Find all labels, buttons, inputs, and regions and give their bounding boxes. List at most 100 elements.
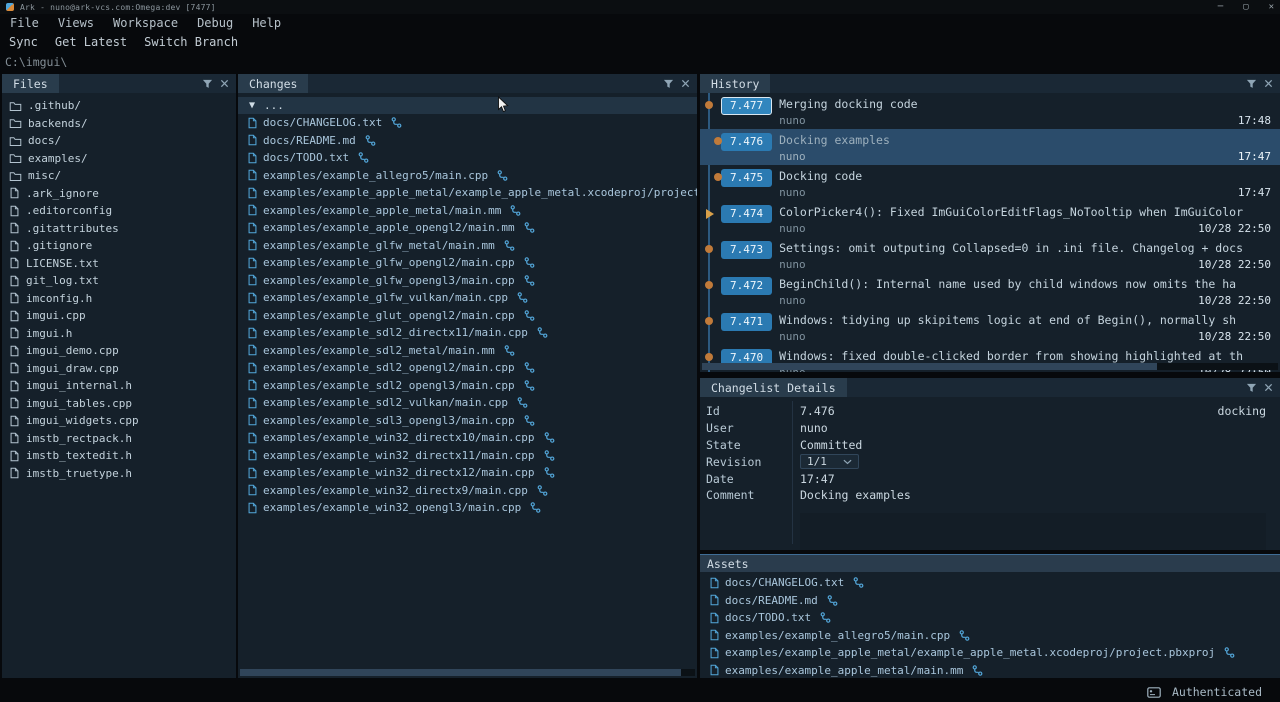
changes-root-row[interactable]: ▼ ...: [238, 97, 697, 114]
toolbar-button[interactable]: Switch Branch: [144, 35, 238, 49]
changed-file-row[interactable]: examples/example_win32_directx11/main.cp…: [238, 447, 697, 465]
close-icon[interactable]: ✕: [1269, 0, 1274, 14]
commit-row[interactable]: 7.471 Windows: tidying up skipitems logi…: [700, 309, 1280, 345]
revision-badge[interactable]: 7.477: [721, 97, 772, 115]
filter-icon[interactable]: [202, 78, 213, 89]
changed-file-row[interactable]: examples/example_sdl2_metal/main.mm: [238, 342, 697, 360]
close-panel-icon[interactable]: [1264, 79, 1273, 88]
comment-text-area[interactable]: [800, 513, 1266, 550]
file-tree-item[interactable]: backends/: [2, 115, 236, 133]
filter-icon[interactable]: [663, 78, 674, 89]
file-icon: [709, 629, 720, 641]
maximize-icon[interactable]: ▢: [1243, 0, 1248, 14]
toolbar-button[interactable]: Get Latest: [55, 35, 127, 49]
file-tree-item[interactable]: .gitattributes: [2, 220, 236, 238]
file-tree-item[interactable]: .github/: [2, 97, 236, 115]
file-tree-item[interactable]: imgui_widgets.cpp: [2, 412, 236, 430]
changed-file-row[interactable]: examples/example_sdl3_opengl3/main.cpp: [238, 412, 697, 430]
state-value: Committed: [800, 438, 862, 452]
asset-row[interactable]: docs/CHANGELOG.txt: [700, 574, 1280, 592]
changed-file-row[interactable]: examples/example_win32_directx10/main.cp…: [238, 429, 697, 447]
changed-file-row[interactable]: examples/example_win32_directx9/main.cpp: [238, 482, 697, 500]
asset-row[interactable]: examples/example_allegro5/main.cpp: [700, 627, 1280, 645]
file-tree-item[interactable]: imgui.h: [2, 325, 236, 343]
filter-icon[interactable]: [1246, 78, 1257, 89]
changed-file-row[interactable]: docs/README.md: [238, 132, 697, 150]
history-panel-tab[interactable]: History: [700, 74, 770, 93]
changed-file-row[interactable]: examples/example_sdl2_opengl3/main.cpp: [238, 377, 697, 395]
changed-file-row[interactable]: examples/example_glut_opengl2/main.cpp: [238, 307, 697, 325]
expand-triangle-icon[interactable]: ▼: [249, 100, 255, 111]
asset-row[interactable]: examples/example_apple_metal/main.mm: [700, 662, 1280, 679]
commit-row[interactable]: 7.475 Docking code nuno 17:47: [700, 165, 1280, 201]
file-tree-item[interactable]: imgui.cpp: [2, 307, 236, 325]
changed-file-row[interactable]: examples/example_allegro5/main.cpp: [238, 167, 697, 185]
menu-item[interactable]: Help: [252, 16, 281, 30]
file-tree-item[interactable]: imstb_rectpack.h: [2, 430, 236, 448]
changed-file-row[interactable]: examples/example_apple_metal/example_app…: [238, 184, 697, 202]
revision-badge[interactable]: 7.471: [721, 313, 772, 331]
file-tree-item[interactable]: imstb_textedit.h: [2, 447, 236, 465]
changed-file-row[interactable]: examples/example_win32_opengl3/main.cpp: [238, 499, 697, 517]
asset-row[interactable]: examples/example_apple_metal/example_app…: [700, 644, 1280, 662]
changed-file-row[interactable]: examples/example_sdl2_directx11/main.cpp: [238, 324, 697, 342]
commit-row[interactable]: 7.472 BeginChild(): Internal name used b…: [700, 273, 1280, 309]
changed-file-row[interactable]: examples/example_glfw_metal/main.mm: [238, 237, 697, 255]
changed-file-row[interactable]: docs/CHANGELOG.txt: [238, 114, 697, 132]
revision-badge[interactable]: 7.476: [721, 133, 772, 151]
authenticated-label: Authenticated: [1172, 685, 1262, 699]
changed-file-row[interactable]: docs/TODO.txt: [238, 149, 697, 167]
changed-file-row[interactable]: examples/example_win32_directx12/main.cp…: [238, 464, 697, 482]
toolbar-button[interactable]: Sync: [9, 35, 38, 49]
file-tree-item[interactable]: git_log.txt: [2, 272, 236, 290]
close-panel-icon[interactable]: [1264, 383, 1273, 392]
revision-selector[interactable]: 1/1: [800, 454, 859, 469]
commit-message: Docking code: [779, 167, 1280, 185]
asset-row[interactable]: docs/README.md: [700, 592, 1280, 610]
file-tree-item[interactable]: docs/: [2, 132, 236, 150]
file-tree-item[interactable]: examples/: [2, 150, 236, 168]
commit-list: 7.477 Merging docking code nuno 17:48 7.…: [700, 93, 1280, 372]
changed-file-row[interactable]: examples/example_glfw_opengl3/main.cpp: [238, 272, 697, 290]
changed-file-row[interactable]: examples/example_sdl2_vulkan/main.cpp: [238, 394, 697, 412]
file-tree-item[interactable]: .gitignore: [2, 237, 236, 255]
file-tree-item[interactable]: imgui_tables.cpp: [2, 395, 236, 413]
file-tree-item[interactable]: imgui_internal.h: [2, 377, 236, 395]
file-tree-item[interactable]: .editorconfig: [2, 202, 236, 220]
revision-badge[interactable]: 7.475: [721, 169, 772, 187]
file-icon: [247, 257, 258, 269]
changed-file-row[interactable]: examples/example_glfw_vulkan/main.cpp: [238, 289, 697, 307]
menu-item[interactable]: Debug: [197, 16, 233, 30]
file-tree-item[interactable]: imstb_truetype.h: [2, 465, 236, 483]
close-panel-icon[interactable]: [220, 79, 229, 88]
commit-row[interactable]: 7.476 Docking examples nuno 17:47: [700, 129, 1280, 165]
changed-file-row[interactable]: examples/example_sdl2_opengl2/main.cpp: [238, 359, 697, 377]
file-tree-item[interactable]: imgui_draw.cpp: [2, 360, 236, 378]
changed-file-row[interactable]: examples/example_glfw_opengl2/main.cpp: [238, 254, 697, 272]
file-tree-item[interactable]: misc/: [2, 167, 236, 185]
details-panel-tab[interactable]: Changelist Details: [700, 378, 847, 397]
scrollbar-thumb[interactable]: [240, 669, 681, 676]
asset-row[interactable]: docs/TODO.txt: [700, 609, 1280, 627]
close-panel-icon[interactable]: [681, 79, 690, 88]
menu-item[interactable]: Views: [58, 16, 94, 30]
revision-badge[interactable]: 7.474: [721, 205, 772, 223]
changes-panel-tab[interactable]: Changes: [238, 74, 308, 93]
changed-file-row[interactable]: examples/example_apple_metal/main.mm: [238, 202, 697, 220]
commit-row[interactable]: 7.477 Merging docking code nuno 17:48: [700, 93, 1280, 129]
file-tree-item[interactable]: imgui_demo.cpp: [2, 342, 236, 360]
file-tree-item[interactable]: imconfig.h: [2, 290, 236, 308]
filter-icon[interactable]: [1246, 382, 1257, 393]
files-panel-tab[interactable]: Files: [2, 74, 59, 93]
scrollbar-thumb[interactable]: [702, 363, 1157, 370]
commit-row[interactable]: 7.474 ColorPicker4(): Fixed ImGuiColorEd…: [700, 201, 1280, 237]
file-tree-item[interactable]: LICENSE.txt: [2, 255, 236, 273]
revision-badge[interactable]: 7.473: [721, 241, 772, 259]
menu-item[interactable]: Workspace: [113, 16, 178, 30]
revision-badge[interactable]: 7.472: [721, 277, 772, 295]
file-tree-item[interactable]: .ark_ignore: [2, 185, 236, 203]
minimize-icon[interactable]: ─: [1218, 0, 1223, 14]
changed-file-row[interactable]: examples/example_apple_opengl2/main.mm: [238, 219, 697, 237]
commit-row[interactable]: 7.473 Settings: omit outputing Collapsed…: [700, 237, 1280, 273]
menu-item[interactable]: File: [10, 16, 39, 30]
